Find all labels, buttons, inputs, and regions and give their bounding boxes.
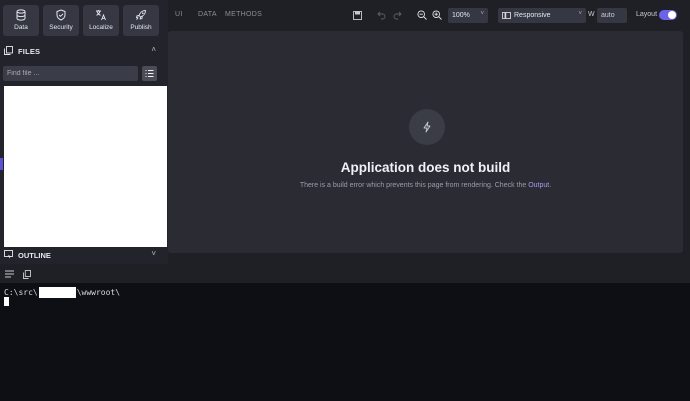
find-file-input[interactable] (3, 66, 138, 81)
redacted-block (38, 287, 76, 298)
device-icon (502, 12, 511, 19)
error-title: Application does not build (340, 160, 511, 175)
file-list-view-button[interactable] (142, 66, 157, 81)
error-desc-text: There is a build error which prevents th… (299, 182, 529, 189)
terminal-line: C:\src\ \wwwroot\ (4, 287, 120, 298)
layout-toggle[interactable] (659, 10, 677, 20)
output-link[interactable]: Output (528, 182, 549, 189)
editor-toolbar: UI DATA METHODS 100% ˅ Responsive ˅ W La… (168, 0, 690, 30)
localize-button-label: Localize (89, 24, 113, 31)
rocket-icon (135, 9, 147, 21)
zoom-select[interactable]: 100% ˅ (448, 8, 488, 23)
error-description: There is a build error which prevents th… (168, 182, 683, 189)
save-icon[interactable] (351, 9, 363, 21)
file-tree-panel[interactable] (4, 86, 167, 247)
undo-icon[interactable] (375, 9, 387, 21)
copy-icon[interactable] (22, 269, 32, 279)
output-panel-bar (0, 264, 690, 283)
list-icon (145, 65, 154, 83)
terminal-output[interactable]: C:\src\ \wwwroot\ (0, 283, 690, 401)
data-button[interactable]: Data (3, 5, 39, 36)
active-indicator (0, 158, 3, 170)
sidebar-top-buttons: Data Security Localize Publish (3, 5, 159, 36)
zoom-in-icon[interactable] (431, 9, 443, 21)
terminal-path-prefix: C:\src\ (4, 288, 38, 297)
outline-icon (4, 246, 13, 264)
shield-icon (55, 9, 67, 21)
localize-button[interactable]: Localize (83, 5, 119, 36)
chevron-down-icon: ˅ (480, 11, 484, 17)
error-desc-end: . (549, 182, 552, 189)
publish-button[interactable]: Publish (123, 5, 159, 36)
terminal-cursor (4, 297, 9, 306)
outline-title: OUTLINE (18, 250, 51, 260)
security-button[interactable]: Security (43, 5, 79, 36)
toggle-knob (668, 11, 676, 19)
publish-button-label: Publish (130, 24, 152, 31)
width-label: W (588, 11, 595, 18)
left-sidebar: Data Security Localize Publish FILES ˄ F… (0, 0, 168, 264)
chevron-down-icon: ˅ (578, 11, 582, 17)
tab-ui[interactable]: UI (175, 11, 183, 18)
files-icon (4, 42, 13, 60)
layout-label: Layout (636, 11, 658, 18)
terminal-path-suffix: \wwwroot\ (76, 288, 121, 297)
files-title: FILES (18, 46, 41, 56)
device-select[interactable]: Responsive ˅ (498, 8, 586, 23)
width-input[interactable] (597, 8, 627, 23)
data-button-label: Data (14, 24, 28, 31)
outline-panel-header[interactable]: OUTLINE ˅ (4, 248, 156, 262)
redo-icon[interactable] (391, 9, 403, 21)
lightning-icon (409, 109, 445, 145)
tab-methods[interactable]: METHODS (225, 11, 262, 18)
tab-data[interactable]: DATA (198, 11, 217, 18)
translate-icon (95, 9, 107, 21)
files-panel-header[interactable]: FILES ˄ (4, 44, 156, 58)
menu-lines-icon[interactable] (4, 269, 14, 279)
device-value: Responsive (514, 12, 551, 19)
security-button-label: Security (49, 24, 73, 31)
database-icon (15, 9, 27, 21)
zoom-value: 100% (452, 12, 470, 19)
chevron-down-icon[interactable]: ˅ (151, 249, 156, 258)
zoom-out-icon[interactable] (416, 9, 428, 21)
chevron-up-icon[interactable]: ˄ (151, 45, 156, 54)
design-canvas: Application does not build There is a bu… (168, 31, 683, 253)
